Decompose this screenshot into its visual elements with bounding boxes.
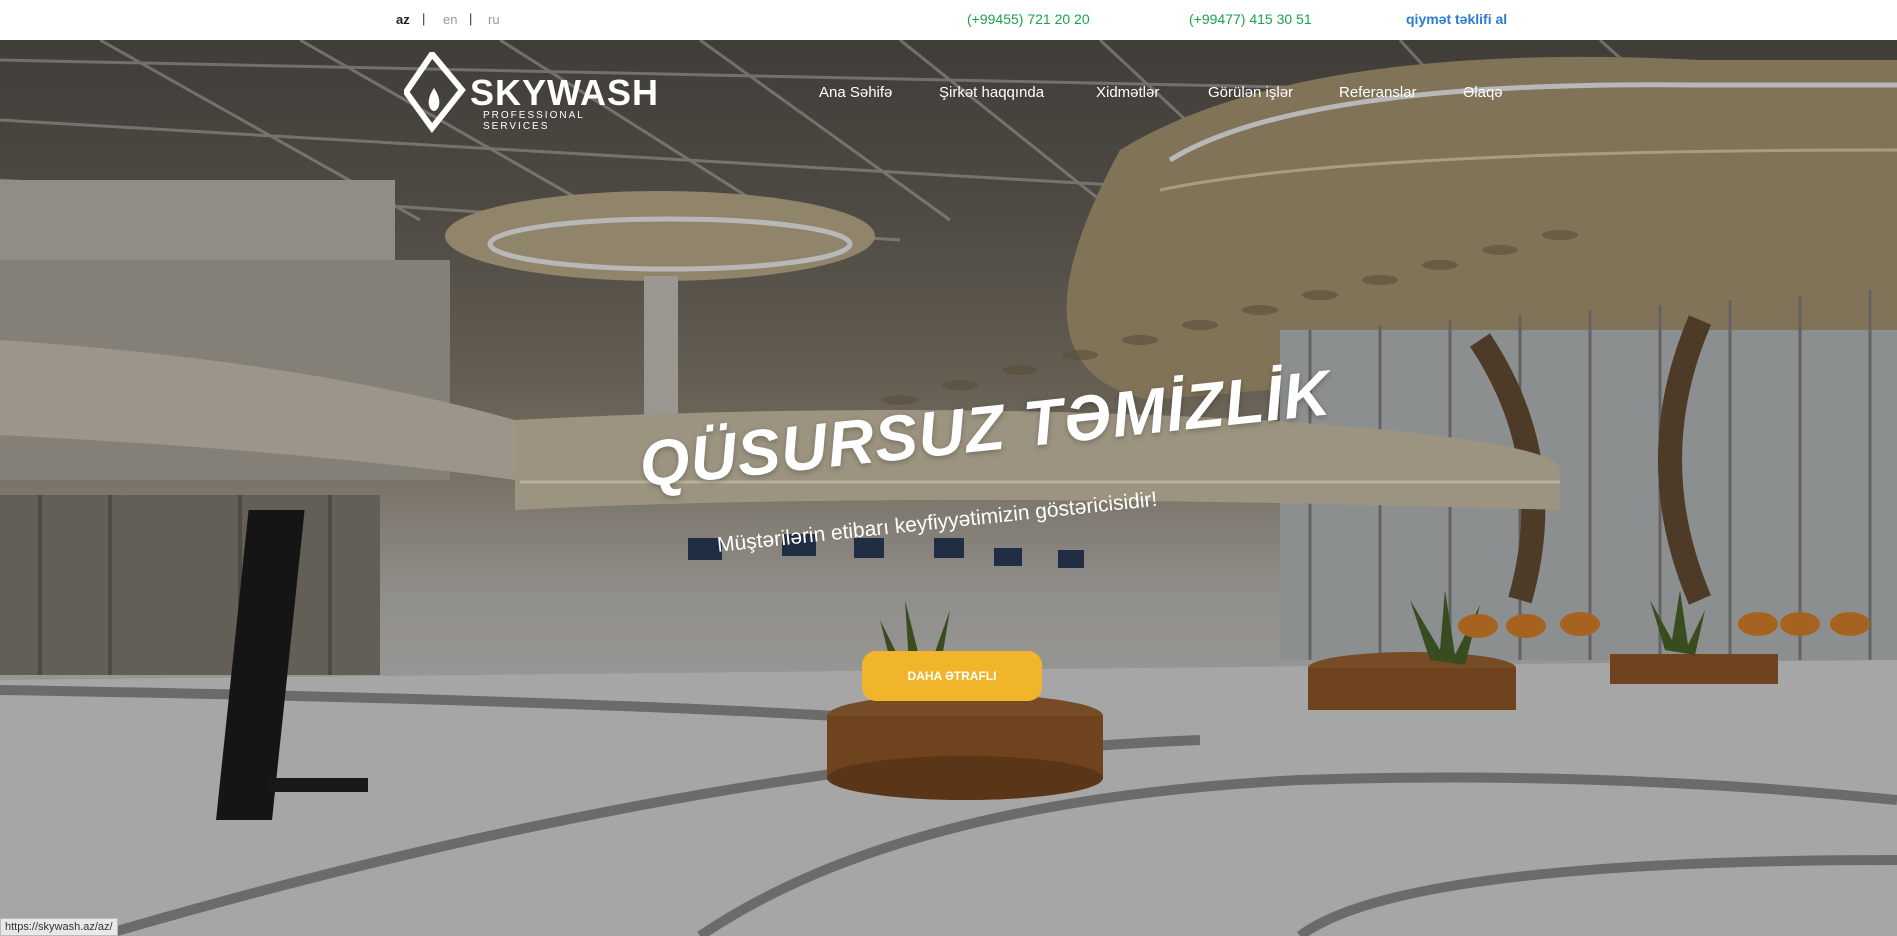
top-bar: az | en | ru (+99455) 721 20 20 (+99477)… — [0, 0, 1897, 40]
skywash-diamond-icon — [402, 49, 466, 133]
nav-references[interactable]: Referanslar — [1339, 84, 1417, 101]
nav-about[interactable]: Şirkət haqqında — [939, 84, 1044, 101]
language-en[interactable]: en — [443, 12, 457, 27]
language-separator: | — [422, 11, 426, 26]
nav-home[interactable]: Ana Səhifə — [819, 84, 892, 101]
hero-section: SKYWASH PROFESSIONAL SERVICES Ana Səhifə… — [0, 40, 1897, 936]
get-quote-link[interactable]: qiymət təklifi al — [1406, 11, 1507, 27]
site-logo[interactable]: SKYWASH PROFESSIONAL SERVICES — [402, 49, 658, 133]
nav-works[interactable]: Görülən işlər — [1208, 84, 1293, 101]
language-separator: | — [469, 11, 473, 26]
nav-services[interactable]: Xidmətlər — [1096, 84, 1159, 101]
language-ru[interactable]: ru — [488, 12, 500, 27]
phone-link-2[interactable]: (+99477) 415 30 51 — [1189, 11, 1312, 27]
brand-tagline: PROFESSIONAL SERVICES — [483, 110, 585, 132]
language-az[interactable]: az — [396, 12, 410, 27]
hero-overlay — [0, 40, 1897, 936]
brand-name: SKYWASH — [470, 72, 660, 113]
learn-more-button[interactable]: DAHA ƏTRAFLI — [862, 651, 1042, 701]
phone-link-1[interactable]: (+99455) 721 20 20 — [967, 11, 1090, 27]
nav-contact[interactable]: Əlaqə — [1463, 84, 1503, 101]
status-url: https://skywash.az/az/ — [0, 918, 118, 936]
